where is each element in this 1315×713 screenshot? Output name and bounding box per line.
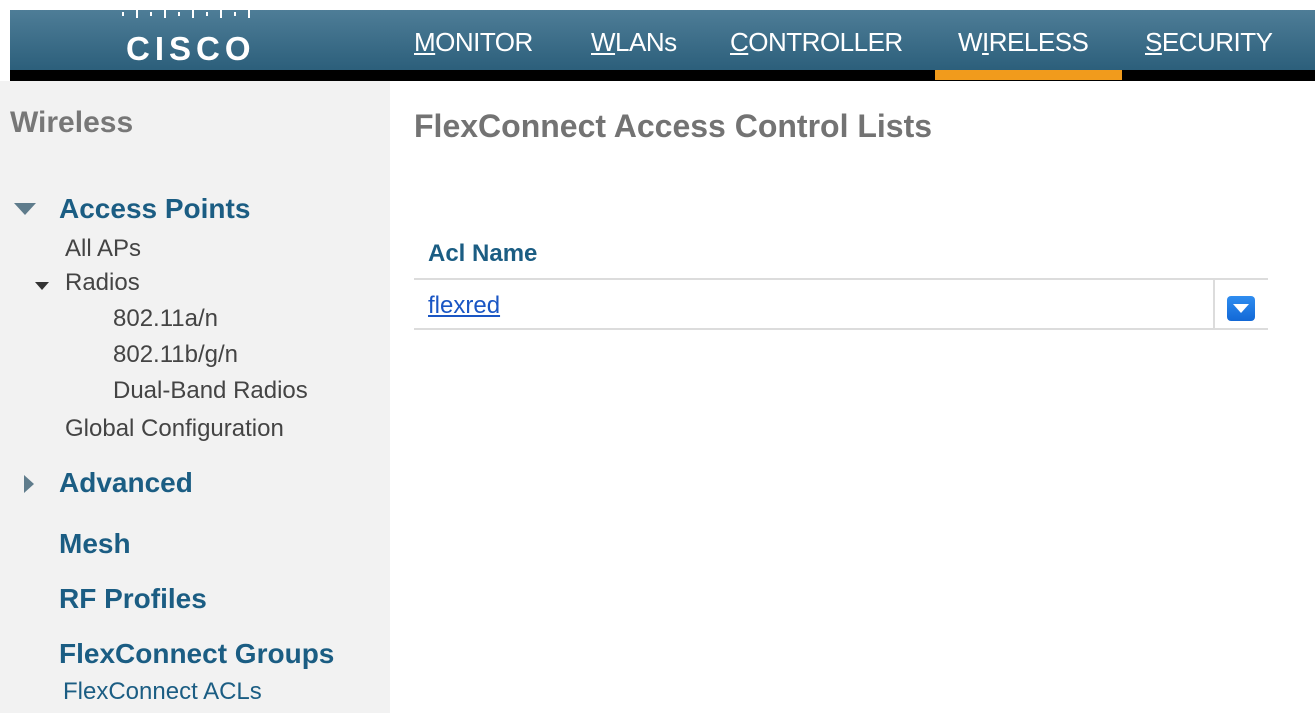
table-column-divider — [1213, 280, 1215, 330]
nav-monitor-label: ONITOR — [435, 27, 533, 57]
sidebar-item-dual-band-radios[interactable]: Dual-Band Radios — [113, 377, 308, 405]
sidebar-item-radio-80211an[interactable]: 802.11a/n — [113, 305, 218, 333]
nav-monitor-accesskey: M — [414, 27, 436, 57]
nav-controller-accesskey: C — [730, 27, 749, 57]
sidebar-item-global-configuration[interactable]: Global Configuration — [65, 415, 284, 443]
nav-wireless-label: RELESS — [988, 27, 1089, 57]
dropdown-arrow-icon — [1233, 304, 1249, 313]
nav-controller-label: ONTROLLER — [748, 27, 903, 57]
sidebar-item-radios[interactable]: Radios — [65, 269, 140, 297]
sidebar-item-radio-80211bgn[interactable]: 802.11b/g/n — [113, 341, 238, 369]
table-row-divider — [414, 328, 1268, 330]
sidebar-item-advanced[interactable]: Advanced — [59, 467, 193, 499]
nav-wireless[interactable]: WIRELESS — [958, 27, 1089, 58]
nav-wireless-prefix: W — [958, 27, 983, 57]
triangle-down-small-icon[interactable] — [35, 282, 49, 290]
nav-security-label: ECURITY — [1161, 27, 1273, 57]
row-actions-dropdown-button[interactable] — [1227, 296, 1255, 321]
sidebar-item-access-points[interactable]: Access Points — [59, 193, 250, 225]
nav-wlans-accesskey: W — [591, 27, 616, 57]
nav-monitor[interactable]: MONITOR — [414, 27, 533, 58]
triangle-down-icon[interactable] — [14, 203, 36, 215]
sidebar-item-flexconnect-groups[interactable]: FlexConnect Groups — [59, 638, 334, 670]
nav-security[interactable]: SECURITY — [1145, 27, 1273, 58]
column-header-acl-name: Acl Name — [428, 240, 538, 267]
nav-wireless-accesskey: I — [982, 27, 989, 57]
triangle-right-icon[interactable] — [24, 475, 34, 493]
nav-active-indicator — [935, 70, 1122, 80]
nav-controller[interactable]: CONTROLLER — [730, 27, 903, 58]
nav-wlans[interactable]: WLANs — [591, 27, 677, 58]
nav-wlans-label: LANs — [615, 27, 677, 57]
sidebar-item-mesh[interactable]: Mesh — [59, 528, 131, 560]
nav-security-accesskey: S — [1145, 27, 1162, 57]
cisco-logo-text: CISCO — [126, 30, 256, 67]
sidebar-item-flexconnect-acls[interactable]: FlexConnect ACLs — [63, 678, 262, 706]
sidebar-item-rf-profiles[interactable]: RF Profiles — [59, 583, 207, 615]
cisco-logo-bars-icon — [122, 10, 250, 18]
cisco-logo: CISCO — [120, 10, 260, 67]
acl-name-link[interactable]: flexred — [428, 292, 500, 320]
sidebar-title: Wireless — [10, 106, 134, 139]
page-title: FlexConnect Access Control Lists — [414, 108, 933, 144]
sidebar-item-all-aps[interactable]: All APs — [65, 235, 141, 263]
table-header-divider — [414, 278, 1268, 280]
